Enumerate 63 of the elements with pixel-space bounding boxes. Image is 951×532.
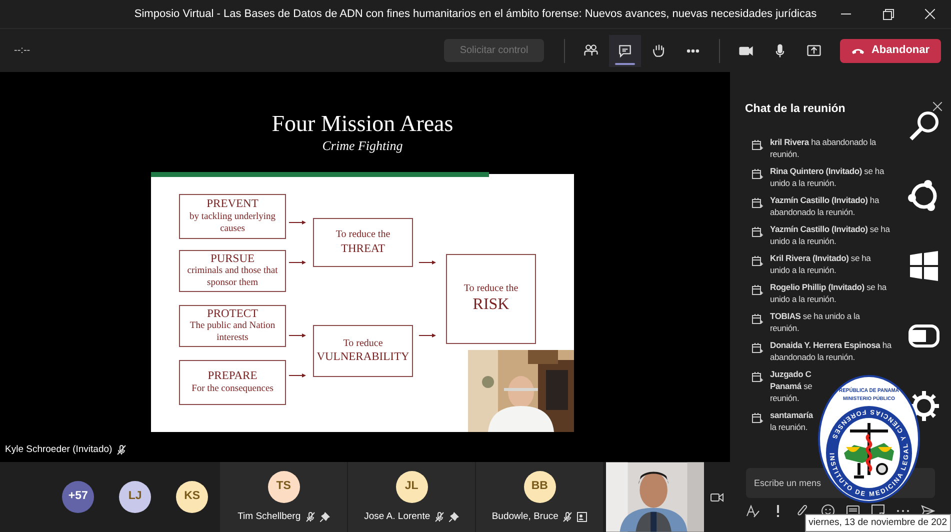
mission-box: PREPARE For the consequences bbox=[179, 360, 286, 405]
avatar[interactable]: LJ bbox=[119, 481, 152, 513]
meeting-timer: --:-- bbox=[14, 44, 30, 58]
search-icon[interactable] bbox=[908, 110, 940, 142]
avatar[interactable]: +57 bbox=[62, 481, 94, 513]
date-label: viernes, 13 de noviembre de 202 bbox=[808, 516, 947, 530]
system-message: Yazmín Castillo (Invitado) se ha unido a la reunión. bbox=[770, 223, 890, 247]
system-message: kril Rivera ha abandonado la reunión. bbox=[770, 136, 876, 160]
participant-name: Jose A. Lorente bbox=[364, 510, 430, 524]
contact-card-icon bbox=[577, 512, 588, 522]
arrow bbox=[289, 220, 306, 225]
arrow bbox=[419, 260, 436, 265]
system-message: Rogelio Phillip (Invitado) se ha unido a la reunión. bbox=[770, 281, 886, 305]
pin-icon bbox=[320, 512, 330, 522]
window-title: Simposio Virtual - Las Bases de Datos de ADN con fines humanitarios en el ámbito forense: Nuevos avances, nuevas necesidades jurídicas bbox=[134, 6, 817, 22]
avatar[interactable]: BB bbox=[524, 471, 556, 503]
windows-icon[interactable] bbox=[908, 250, 940, 282]
chat-title: Chat de la reunión bbox=[745, 102, 846, 118]
system-message: TOBIAS se ha unido a la reunión. bbox=[770, 310, 860, 334]
avatar[interactable]: TS bbox=[268, 471, 300, 503]
mission-box: PURSUE criminals and those that sponsor them bbox=[179, 250, 286, 292]
slide-title: Four Mission Areas bbox=[272, 110, 454, 138]
mission-box: PROTECT The public and Nation interests bbox=[179, 305, 286, 347]
restore-icon[interactable] bbox=[882, 8, 894, 20]
avatar[interactable]: JL bbox=[396, 471, 428, 503]
meeting-event-icon bbox=[752, 285, 763, 296]
avatar[interactable]: KS bbox=[176, 481, 208, 513]
meeting-event-icon bbox=[752, 140, 763, 151]
meeting-event-icon bbox=[752, 227, 763, 238]
participant-name: Tim Schellberg bbox=[238, 510, 301, 524]
goal-box: To reduce VULNERABILITY bbox=[313, 325, 413, 377]
video-camera-icon[interactable] bbox=[710, 492, 724, 502]
system-message: Donaida Y. Herrera Espinosa ha abandonado la reunión. bbox=[770, 339, 892, 363]
goal-box: To reduce the THREAT bbox=[313, 218, 413, 267]
system-message: Yazmín Castillo (Invitado) ha abandonado la reunión. bbox=[770, 194, 879, 218]
pin-icon bbox=[449, 512, 460, 522]
participant-name: Budowle, Bruce bbox=[492, 510, 558, 524]
close-icon[interactable] bbox=[933, 102, 942, 110]
meeting-event-icon bbox=[752, 413, 763, 424]
meeting-event-icon bbox=[752, 169, 763, 180]
format-icon[interactable] bbox=[746, 504, 760, 518]
arrow bbox=[419, 333, 436, 338]
system-message: santamaría la reunión. bbox=[770, 409, 813, 433]
mission-box: PREVENT by tackling underlying causes bbox=[179, 194, 286, 239]
result-box: To reduce the RISK bbox=[446, 254, 536, 344]
slide-subtitle: Crime Fighting bbox=[322, 138, 403, 154]
system-message: Rina Quintero (Invitado) se ha unido a la reunión. bbox=[770, 165, 884, 189]
leave-button[interactable]: Abandonar bbox=[840, 38, 941, 62]
arrow bbox=[289, 333, 306, 338]
meeting-event-icon bbox=[752, 256, 763, 267]
meeting-event-icon bbox=[752, 343, 763, 354]
system-message: Kril Rivera (Invitado) se ha unido a la reunión. bbox=[770, 252, 871, 276]
meeting-event-icon bbox=[752, 372, 763, 383]
meeting-event-icon bbox=[752, 314, 763, 325]
arrow bbox=[289, 373, 306, 378]
chat-icon[interactable] bbox=[609, 34, 641, 66]
close-icon[interactable] bbox=[925, 9, 935, 19]
attach-icon[interactable] bbox=[796, 504, 810, 518]
speaker-name: Kyle Schroeder (Invitado) bbox=[5, 443, 112, 457]
arrow bbox=[289, 260, 306, 265]
hang-up-icon bbox=[851, 46, 866, 54]
meeting-event-icon bbox=[752, 198, 763, 209]
system-message: Juzgado C Panamá se reunión. bbox=[770, 368, 812, 404]
